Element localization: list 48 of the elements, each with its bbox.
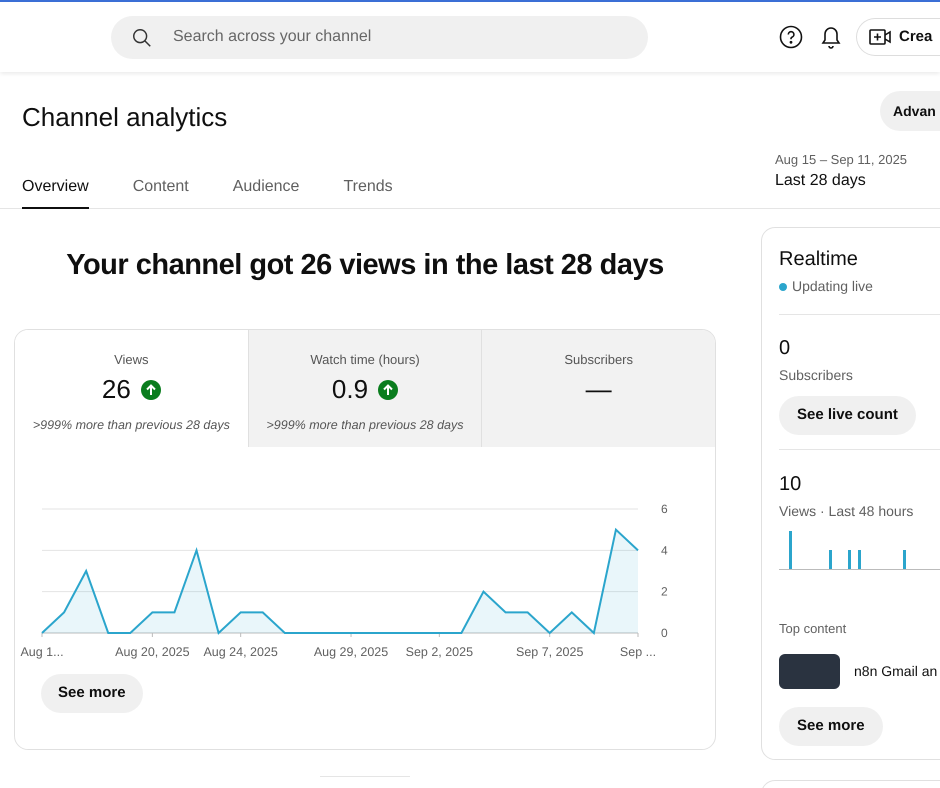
y-axis-label: 0 (661, 626, 668, 640)
notifications-icon[interactable] (820, 25, 842, 49)
help-icon[interactable] (779, 25, 803, 49)
top-content-label: Top content (779, 620, 848, 638)
tab[interactable]: Content (132, 166, 189, 209)
x-axis-label: Aug 20, 2025 (115, 645, 190, 659)
metric-value: — (586, 373, 612, 406)
tab[interactable]: Overview (22, 166, 89, 209)
y-axis-label: 6 (661, 502, 668, 516)
x-axis-label: Sep ... (620, 645, 656, 659)
views-count: 10 (779, 472, 802, 497)
metric-tab[interactable]: Watch time (hours) 0.9 >999% more than previous 28 days (248, 330, 482, 447)
date-range: Aug 15 – Sep 11, 2025 (775, 151, 908, 169)
search-icon (131, 26, 153, 48)
x-axis-label: Sep 2, 2025 (406, 645, 474, 659)
advanced-button[interactable]: Advan (880, 91, 940, 131)
period-label: Last 28 days (775, 171, 866, 191)
see-more-button[interactable]: See more (779, 706, 883, 746)
x-axis-label: Aug 29, 2025 (314, 645, 388, 659)
subscriber-count: 0 (779, 336, 792, 361)
headline: Your channel got 26 views in the last 28 days (65, 248, 665, 283)
metric-label: Subscribers (564, 351, 633, 369)
x-axis-label: Sep 7, 2025 (516, 645, 584, 659)
views-label: Views · Last 48 hours (779, 502, 914, 521)
video-title[interactable]: n8n Gmail an (854, 660, 938, 682)
metric-value: 0.9 (332, 373, 368, 406)
create-button[interactable]: Crea (856, 18, 940, 56)
metric-value: 26 (102, 373, 131, 406)
metric-label: Views (114, 351, 149, 369)
x-axis-label: Aug 1... (20, 645, 64, 659)
see-more-button[interactable]: See more (41, 674, 143, 713)
video-plus-icon (869, 27, 893, 47)
tab[interactable]: Audience (232, 166, 300, 209)
metric-tab[interactable]: Subscribers — (481, 330, 715, 447)
page-title: Channel analytics (22, 101, 228, 134)
y-axis-label: 4 (661, 543, 668, 558)
metric-comparison: >999% more than previous 28 days (32, 416, 230, 434)
search-field[interactable]: Search across your channel (111, 16, 648, 58)
metric-label: Watch time (hours) (310, 351, 420, 369)
y-axis-label: 2 (661, 584, 668, 599)
subscriber-label: Subscribers (779, 366, 854, 385)
x-axis-label: Aug 24, 2025 (203, 645, 278, 659)
live-status: Updating live (792, 277, 873, 296)
video-thumbnail (779, 654, 840, 688)
metric-comparison: >999% more than previous 28 days (266, 416, 464, 434)
live-count-button[interactable]: See live count (779, 396, 916, 435)
realtime-title: Realtime (779, 247, 859, 272)
tab[interactable]: Trends (343, 166, 393, 209)
